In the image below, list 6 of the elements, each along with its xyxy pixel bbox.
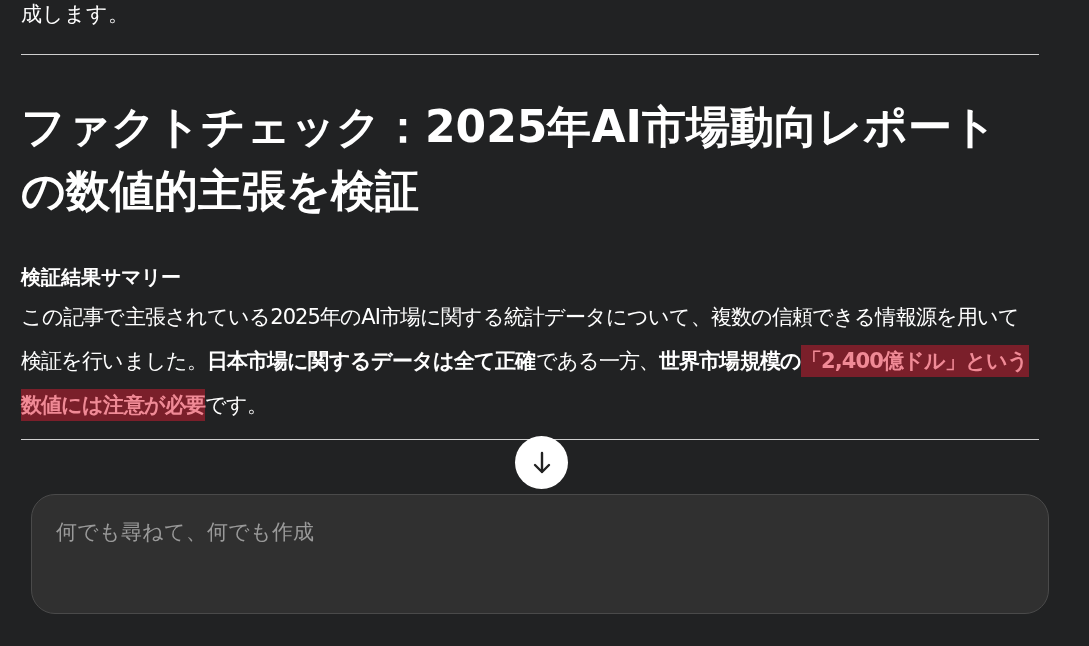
message-input[interactable]: 何でも尋ねて、何でも作成 [54,519,1030,545]
scroll-down-button[interactable] [515,436,568,489]
section-heading: 検証結果サマリー [21,264,182,291]
arrow-down-icon [531,450,552,475]
article-title: ファクトチェック：2025年AI市場動向レポートの数値的主張を検証 [21,100,998,218]
previous-text: 成します。 [21,1,130,28]
